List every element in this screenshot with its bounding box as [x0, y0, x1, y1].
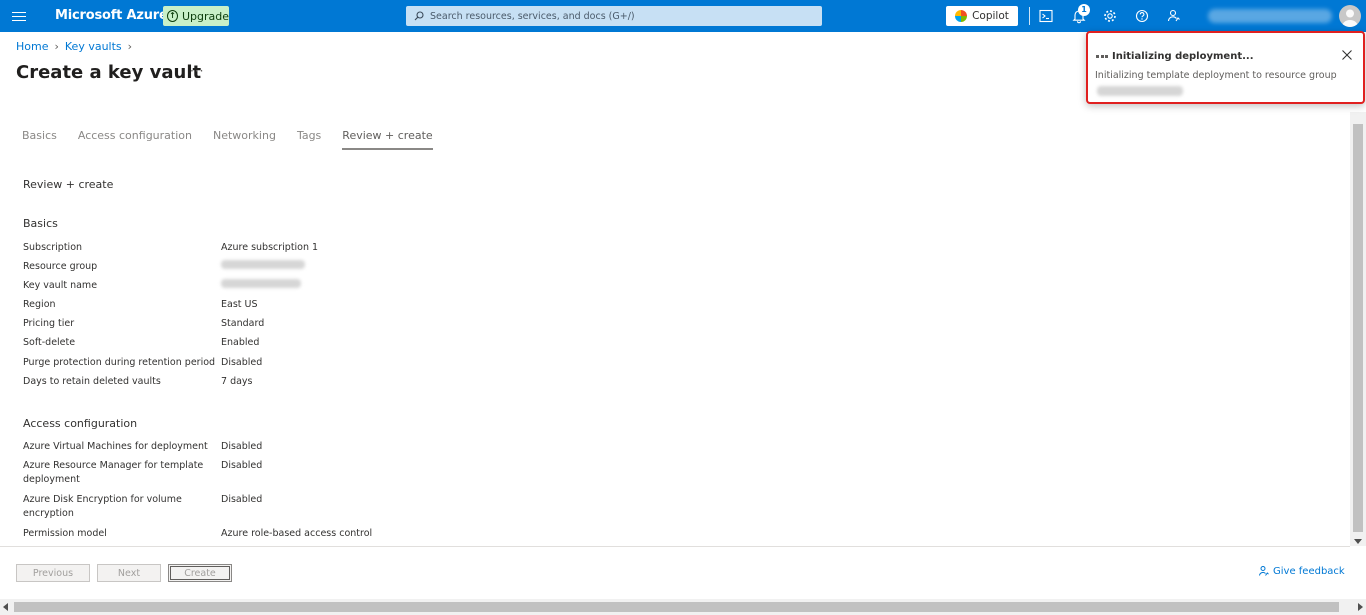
summary-key: Region: [23, 299, 56, 310]
scroll-left-icon[interactable]: [3, 603, 8, 611]
menu-icon[interactable]: [12, 9, 26, 23]
brand-title[interactable]: Microsoft Azure: [55, 8, 168, 23]
summary-key: Azure Disk Encryption for volume encrypt…: [23, 494, 182, 519]
upgrade-label: Upgrade: [181, 9, 229, 23]
help-icon[interactable]: [1134, 8, 1150, 24]
redacted-value: [221, 279, 301, 293]
vertical-scrollbar[interactable]: [1350, 112, 1366, 546]
close-icon[interactable]: [1341, 49, 1353, 61]
cloud-shell-icon[interactable]: [1038, 8, 1054, 24]
avatar[interactable]: [1339, 5, 1361, 27]
toast-title: Initializing deployment...: [1112, 51, 1254, 62]
scroll-right-icon[interactable]: [1358, 603, 1363, 611]
summary-value: Azure subscription 1: [221, 242, 319, 253]
scrollbar-thumb[interactable]: [1353, 124, 1363, 532]
chevron-right-icon: ›: [54, 40, 59, 53]
feedback-person-icon[interactable]: [1166, 8, 1182, 24]
page-title: Create a key vault: [16, 62, 202, 83]
user-avatar-icon: [1342, 9, 1358, 27]
basics-section-title: Basics: [23, 217, 58, 230]
tab-access-configuration[interactable]: Access configuration: [78, 129, 192, 150]
review-heading: Review + create: [23, 178, 114, 191]
tab-tags[interactable]: Tags: [297, 129, 321, 150]
summary-key: Purge protection during retention period: [23, 357, 216, 368]
redacted-resource-group: [1097, 86, 1183, 96]
summary-key: Pricing tier: [23, 318, 75, 329]
summary-key: Azure Virtual Machines for deployment: [23, 441, 208, 452]
summary-key: Subscription: [23, 242, 83, 253]
deployment-toast[interactable]: Initializing deployment... Initializing …: [1086, 31, 1365, 104]
gear-icon[interactable]: [1102, 8, 1118, 24]
horizontal-scrollbar[interactable]: [0, 599, 1366, 615]
breadcrumb-key-vaults[interactable]: Key vaults: [65, 40, 122, 53]
breadcrumb-home[interactable]: Home: [16, 40, 48, 53]
create-button[interactable]: Create: [168, 564, 232, 582]
search-input[interactable]: [430, 10, 810, 22]
search-icon: [414, 11, 424, 21]
toast-body: Initializing template deployment to reso…: [1095, 70, 1337, 81]
tab-basics[interactable]: Basics: [22, 129, 57, 150]
next-button[interactable]: Next: [97, 564, 161, 582]
summary-value: Disabled: [221, 494, 263, 505]
upgrade-button[interactable]: ↑ Upgrade: [163, 6, 229, 26]
summary-key: Key vault name: [23, 280, 98, 291]
progress-dots-icon: [1096, 55, 1108, 58]
scroll-down-icon[interactable]: [1354, 539, 1362, 544]
give-feedback-label: Give feedback: [1273, 565, 1345, 577]
summary-value: Disabled: [221, 357, 263, 368]
account-info[interactable]: [1208, 9, 1332, 23]
feedback-icon: [1259, 566, 1269, 576]
summary-value: Standard: [221, 318, 265, 329]
summary-key: Days to retain deleted vaults: [23, 376, 161, 387]
scrollbar-thumb[interactable]: [14, 602, 1339, 612]
wizard-tabs: Basics Access configuration Networking T…: [22, 129, 454, 150]
tab-networking[interactable]: Networking: [213, 129, 276, 150]
more-options-button[interactable]: ···: [190, 64, 204, 78]
previous-button[interactable]: Previous: [16, 564, 90, 582]
summary-value: Enabled: [221, 337, 260, 348]
give-feedback-link[interactable]: Give feedback: [1258, 565, 1345, 577]
summary-key: Azure Resource Manager for template depl…: [23, 460, 204, 485]
breadcrumb: Home › Key vaults ›: [16, 40, 132, 53]
top-bar: Microsoft Azure ↑ Upgrade Copilot 1: [0, 0, 1366, 32]
summary-value: Azure role-based access control: [221, 528, 373, 539]
summary-key: Resource group: [23, 261, 98, 272]
upgrade-icon: ↑: [167, 10, 178, 22]
search-box[interactable]: [406, 6, 822, 26]
summary-value: East US: [221, 299, 258, 310]
toolbar-divider: [1029, 7, 1030, 25]
summary-key: Permission model: [23, 528, 107, 539]
summary-key: Soft-delete: [23, 337, 76, 348]
access-section-title: Access configuration: [23, 417, 138, 430]
footer-divider: [0, 546, 1350, 547]
summary-value: Disabled: [221, 460, 263, 471]
chevron-right-icon: ›: [127, 40, 133, 53]
copilot-label: Copilot: [972, 10, 1009, 22]
notification-badge: 1: [1078, 4, 1090, 16]
tab-review-create[interactable]: Review + create: [342, 129, 433, 150]
summary-value: Disabled: [221, 441, 263, 452]
copilot-icon: [955, 10, 968, 22]
summary-value: 7 days: [221, 376, 253, 387]
copilot-button[interactable]: Copilot: [946, 6, 1018, 26]
redacted-value: [221, 260, 305, 274]
